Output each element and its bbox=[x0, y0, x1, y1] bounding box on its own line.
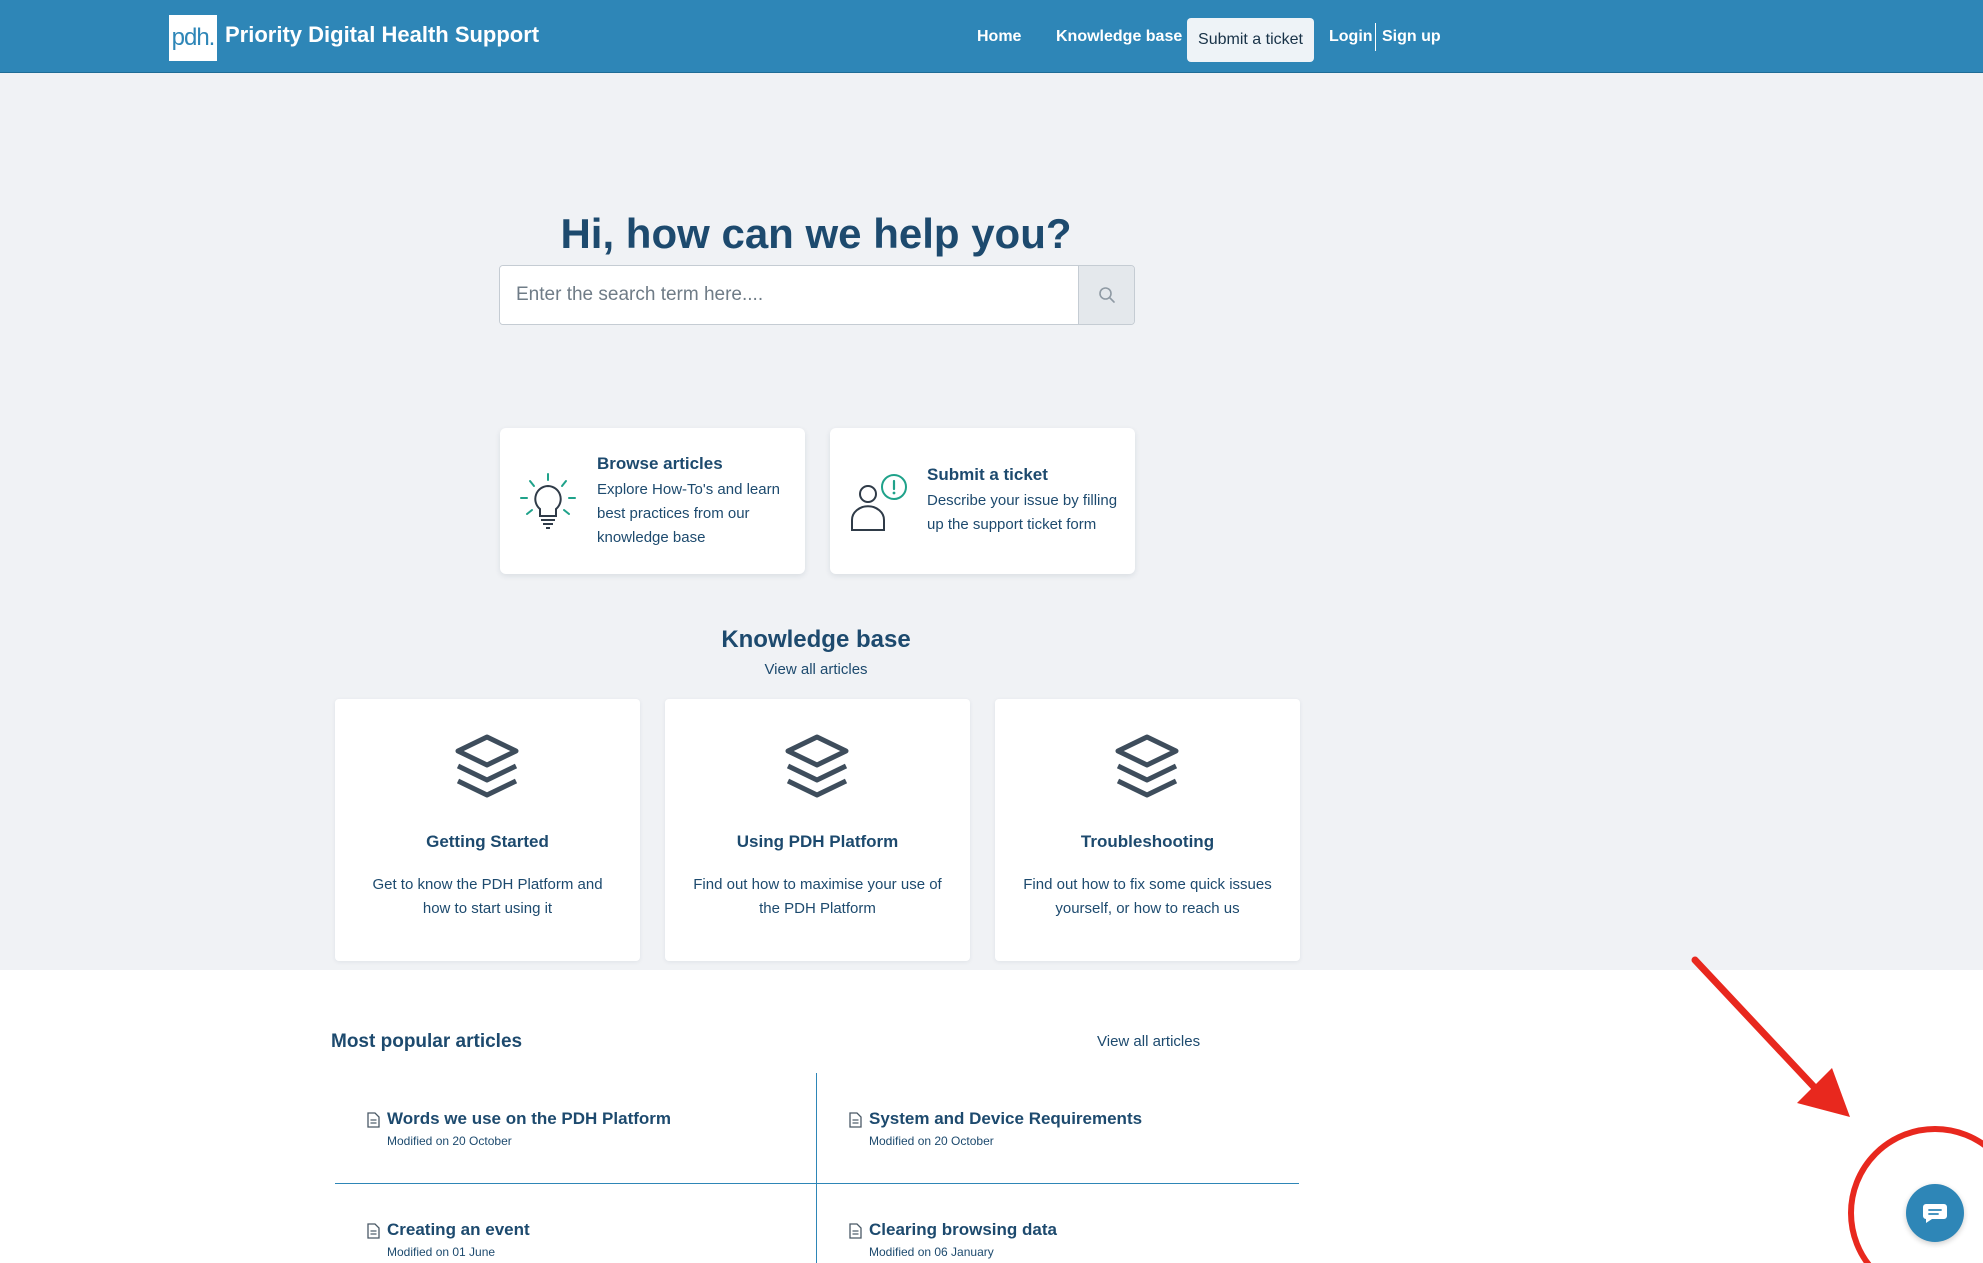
document-icon bbox=[849, 1112, 862, 1128]
nav-signup[interactable]: Sign up bbox=[1382, 28, 1441, 46]
search-input[interactable] bbox=[500, 266, 1078, 324]
article-title: Words we use on the PDH Platform bbox=[387, 1109, 672, 1128]
nav-home[interactable]: Home bbox=[977, 28, 1021, 46]
category-card-troubleshooting[interactable]: Troubleshooting Find out how to fix some… bbox=[995, 699, 1300, 961]
submit-ticket-description: Describe your issue by filling up the su… bbox=[927, 492, 1118, 533]
article-title: Creating an event bbox=[387, 1220, 530, 1239]
category-description: Find out how to fix some quick issues yo… bbox=[1023, 876, 1272, 917]
layers-icon bbox=[785, 734, 849, 798]
article-grid-vertical-divider bbox=[816, 1073, 817, 1263]
category-title: Getting Started bbox=[426, 832, 549, 851]
annotation-arrowhead bbox=[1797, 1068, 1850, 1117]
search-button[interactable] bbox=[1078, 266, 1134, 324]
article-modified-date: Modified on 20 October bbox=[869, 1134, 994, 1148]
search-icon bbox=[1098, 287, 1115, 303]
nav-knowledge-base[interactable]: Knowledge base bbox=[1056, 28, 1182, 46]
nav-submit-ticket-button[interactable]: Submit a ticket bbox=[1187, 18, 1314, 62]
chat-widget-button[interactable] bbox=[1906, 1184, 1964, 1242]
article-link[interactable]: System and Device Requirements Modified … bbox=[849, 1109, 1179, 1153]
browse-articles-card[interactable]: Browse articles Explore How-To's and lea… bbox=[500, 428, 805, 574]
knowledge-base-view-all-link: View all articles bbox=[0, 661, 1632, 678]
logo-text: pdh. bbox=[171, 24, 216, 51]
submit-ticket-title: Submit a ticket bbox=[927, 465, 1048, 484]
article-link[interactable]: Clearing browsing data Modified on 06 Ja… bbox=[849, 1220, 1179, 1263]
article-link[interactable]: Words we use on the PDH Platform Modifie… bbox=[367, 1109, 697, 1153]
category-card-getting-started[interactable]: Getting Started Get to know the PDH Plat… bbox=[335, 699, 640, 961]
category-card-using-pdh-platform[interactable]: Using PDH Platform Find out how to maxim… bbox=[665, 699, 970, 961]
document-icon bbox=[849, 1223, 862, 1239]
brand-name[interactable]: Priority Digital Health Support bbox=[225, 22, 539, 48]
popular-articles-heading: Most popular articles bbox=[331, 1031, 523, 1052]
category-title: Troubleshooting bbox=[1080, 832, 1215, 851]
knowledge-base-heading: Knowledge base bbox=[721, 626, 911, 653]
nav-login[interactable]: Login bbox=[1329, 28, 1373, 46]
document-icon bbox=[367, 1223, 380, 1239]
layers-icon bbox=[1115, 734, 1179, 798]
category-title: Using PDH Platform bbox=[736, 832, 899, 851]
article-modified-date: Modified on 06 January bbox=[869, 1245, 994, 1259]
annotation-arrow bbox=[1691, 956, 1819, 1092]
search-bar bbox=[499, 265, 1135, 325]
article-title: System and Device Requirements bbox=[869, 1109, 1143, 1128]
browse-articles-title: Browse articles bbox=[597, 454, 723, 473]
popular-view-all-link[interactable]: View all articles bbox=[1097, 1033, 1200, 1050]
category-description: Find out how to maximise your use of the… bbox=[693, 876, 942, 917]
article-grid-horizontal-divider bbox=[335, 1183, 1299, 1184]
page-title: Hi, how can we help you? bbox=[560, 210, 1072, 257]
category-description: Get to know the PDH Platform and how to … bbox=[372, 876, 603, 917]
person-alert-icon bbox=[851, 474, 907, 531]
article-title: Clearing browsing data bbox=[869, 1220, 1057, 1239]
article-link[interactable]: Creating an event Modified on 01 June bbox=[367, 1220, 697, 1263]
article-modified-date: Modified on 20 October bbox=[387, 1134, 512, 1148]
document-icon bbox=[367, 1112, 380, 1128]
chat-bubble-icon bbox=[1923, 1204, 1947, 1223]
pdh-logo[interactable]: pdh. bbox=[169, 15, 217, 61]
article-modified-date: Modified on 01 June bbox=[387, 1245, 496, 1259]
lightbulb-icon bbox=[520, 473, 576, 529]
kb-view-all-text[interactable]: View all articles bbox=[764, 661, 867, 678]
nav-divider bbox=[1375, 23, 1376, 51]
submit-ticket-card[interactable]: Submit a ticket Describe your issue by f… bbox=[830, 428, 1135, 574]
browse-articles-description: Explore How-To's and learn best practice… bbox=[597, 481, 780, 546]
top-navigation-bar: pdh. Priority Digital Health Support Hom… bbox=[0, 0, 1983, 73]
layers-icon bbox=[455, 734, 519, 798]
